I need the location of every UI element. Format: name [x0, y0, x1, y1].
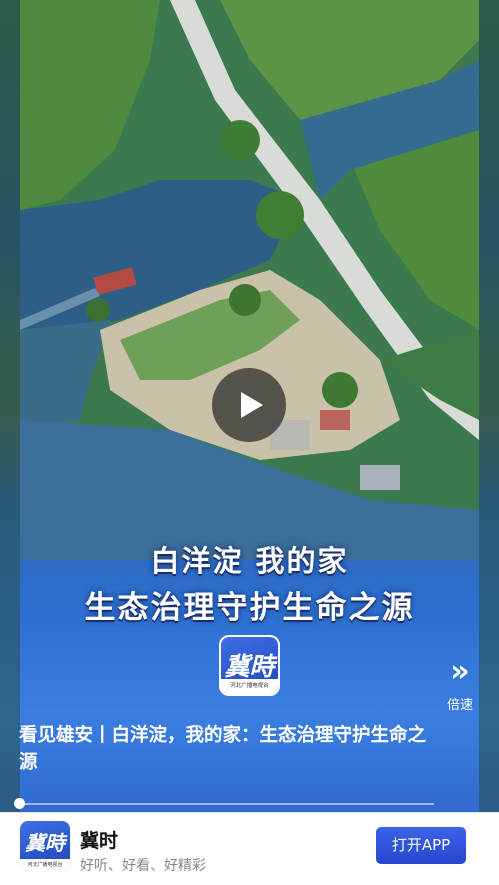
playback-speed-button[interactable]: » 倍速	[440, 657, 480, 714]
video-brand-logo-strip: 河北广播电视台	[221, 679, 278, 694]
play-button[interactable]	[212, 368, 286, 442]
video-title-line1: 白洋淀 我的家	[150, 544, 349, 578]
double-chevron-right-icon: »	[450, 654, 469, 689]
video-brand-logo-glyph: 冀時	[224, 652, 275, 681]
app-name: 冀时	[80, 830, 119, 852]
open-app-button[interactable]: 打开APP	[376, 827, 466, 864]
progress-knob[interactable]	[14, 798, 25, 809]
app-logo: 冀時 河北广播电视台	[20, 821, 70, 871]
progress-bar[interactable]	[20, 803, 434, 805]
video-player[interactable]: 白洋淀 我的家 生态治理守护生命之源 冀時 河北广播电视台 » 倍速 看见雄安丨…	[0, 0, 499, 812]
video-blur-edge-left	[0, 0, 20, 812]
play-icon	[241, 392, 263, 418]
app-download-banner: 冀時 河北广播电视台 冀时 好听、好看、好精彩 打开APP	[0, 812, 499, 885]
video-title-line2: 生态治理守护生命之源	[84, 590, 415, 626]
video-caption: 看见雄安丨白洋淀，我的家：生态治理守护生命之源	[19, 725, 427, 773]
app-logo-glyph: 冀時	[25, 831, 65, 855]
video-brand-logo: 冀時 河北广播电视台	[219, 635, 280, 696]
aerial-lake-scene	[20, 0, 479, 560]
video-blur-edge-right	[479, 0, 499, 812]
playback-speed-label: 倍速	[446, 698, 473, 713]
app-tagline: 好听、好看、好精彩	[80, 858, 206, 874]
app-logo-strip: 河北广播电视台	[20, 859, 70, 871]
